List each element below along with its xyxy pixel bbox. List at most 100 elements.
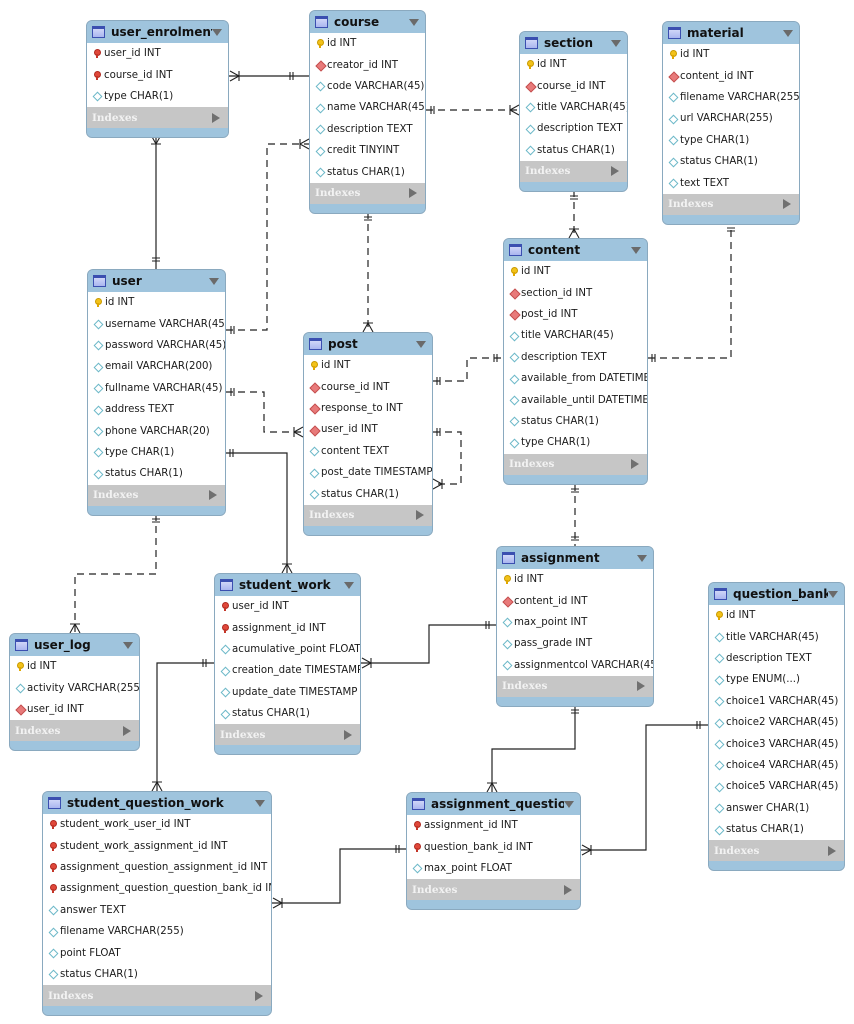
column-row[interactable]: student_work_user_id INT	[43, 814, 271, 835]
column-row[interactable]: type CHAR(1)	[504, 432, 647, 453]
column-row[interactable]: content_id INT	[497, 590, 653, 611]
column-row[interactable]: credit TINYINT	[310, 140, 425, 161]
expand-arrow-icon[interactable]	[637, 681, 645, 692]
column-row[interactable]: user_id INT	[215, 596, 360, 617]
column-row[interactable]: status CHAR(1)	[520, 140, 627, 161]
table-header[interactable]: user_enrolment	[87, 21, 228, 43]
column-row[interactable]: address TEXT	[88, 399, 225, 420]
column-row[interactable]: name VARCHAR(45)	[310, 97, 425, 118]
column-row[interactable]: student_work_assignment_id INT	[43, 835, 271, 856]
column-row[interactable]: choice4 VARCHAR(45)	[709, 755, 844, 776]
column-row[interactable]: status CHAR(1)	[504, 411, 647, 432]
column-row[interactable]: code VARCHAR(45)	[310, 76, 425, 97]
indexes-section[interactable]: Indexes	[520, 160, 627, 182]
column-row[interactable]: id INT	[497, 569, 653, 590]
column-row[interactable]: email VARCHAR(200)	[88, 356, 225, 377]
column-row[interactable]: creation_date TIMESTAMP	[215, 660, 360, 681]
table-student-question-work[interactable]: student_question_work student_work_user_i…	[42, 791, 272, 1017]
column-row[interactable]: status CHAR(1)	[304, 483, 432, 504]
column-row[interactable]: assignment_id INT	[215, 617, 360, 638]
indexes-section[interactable]: Indexes	[87, 107, 228, 129]
rel-sqw-student-work[interactable]	[156, 662, 214, 791]
expand-arrow-icon[interactable]	[409, 188, 417, 199]
table-header[interactable]: post	[304, 333, 432, 355]
column-row[interactable]: username VARCHAR(45)	[88, 313, 225, 334]
table-assignment[interactable]: assignment id INT content_id INT max_point …	[496, 546, 654, 707]
column-row[interactable]: course_id INT	[304, 376, 432, 397]
indexes-section[interactable]: Indexes	[709, 840, 844, 862]
column-row[interactable]: max_point INT	[497, 612, 653, 633]
table-content[interactable]: content id INT section_id INT post_id INT ti…	[503, 238, 648, 485]
column-row[interactable]: acumulative_point FLOAT	[215, 639, 360, 660]
column-row[interactable]: status CHAR(1)	[43, 964, 271, 985]
table-user-enrolment[interactable]: user_enrolment user_id INT course_id INT ty…	[86, 20, 229, 139]
column-row[interactable]: id INT	[663, 44, 799, 65]
column-row[interactable]: description TEXT	[520, 118, 627, 139]
expand-arrow-icon[interactable]	[344, 729, 352, 740]
table-header[interactable]: assignment	[497, 547, 653, 569]
rel-material-content[interactable]	[648, 223, 732, 359]
collapse-triangle-icon[interactable]	[637, 554, 647, 562]
column-row[interactable]: title VARCHAR(45)	[520, 97, 627, 118]
indexes-section[interactable]: Indexes	[504, 453, 647, 475]
column-row[interactable]: course_id INT	[520, 75, 627, 96]
indexes-section[interactable]: Indexes	[497, 675, 653, 697]
collapse-triangle-icon[interactable]	[123, 641, 133, 649]
table-header[interactable]: content	[504, 239, 647, 261]
rel-post-self[interactable]	[433, 431, 462, 485]
table-user[interactable]: user id INT username VARCHAR(45) password V…	[87, 269, 226, 516]
table-header[interactable]: student_question_work	[43, 792, 271, 814]
column-row[interactable]: choice2 VARCHAR(45)	[709, 712, 844, 733]
table-header[interactable]: course	[310, 11, 425, 33]
column-row[interactable]: creator_id INT	[310, 54, 425, 75]
column-row[interactable]: user_id INT	[304, 419, 432, 440]
column-row[interactable]: status CHAR(1)	[310, 161, 425, 182]
column-row[interactable]: status CHAR(1)	[88, 463, 225, 484]
indexes-section[interactable]: Indexes	[215, 724, 360, 746]
column-row[interactable]: available_from DATETIME	[504, 368, 647, 389]
collapse-triangle-icon[interactable]	[631, 246, 641, 254]
expand-arrow-icon[interactable]	[564, 884, 572, 895]
expand-arrow-icon[interactable]	[212, 112, 220, 123]
column-row[interactable]: text TEXT	[663, 172, 799, 193]
expand-arrow-icon[interactable]	[828, 845, 836, 856]
table-header[interactable]: student_work	[215, 574, 360, 596]
expand-arrow-icon[interactable]	[209, 490, 217, 501]
expand-arrow-icon[interactable]	[123, 725, 131, 736]
column-row[interactable]: choice3 VARCHAR(45)	[709, 733, 844, 754]
column-row[interactable]: id INT	[310, 33, 425, 54]
rel-sqw-assignment-question[interactable]	[272, 848, 406, 904]
expand-arrow-icon[interactable]	[255, 990, 263, 1001]
column-row[interactable]: status CHAR(1)	[215, 703, 360, 724]
column-row[interactable]: phone VARCHAR(20)	[88, 420, 225, 441]
table-assignment-question[interactable]: assignment_question assignment_id INT ques…	[406, 792, 581, 911]
collapse-triangle-icon[interactable]	[409, 18, 419, 26]
collapse-triangle-icon[interactable]	[344, 581, 354, 589]
table-header[interactable]: section	[520, 32, 627, 54]
column-row[interactable]: status CHAR(1)	[663, 151, 799, 172]
column-row[interactable]: id INT	[520, 54, 627, 75]
column-row[interactable]: content_id INT	[663, 65, 799, 86]
column-row[interactable]: id INT	[504, 261, 647, 282]
rel-assignment-question-question-bank[interactable]	[581, 724, 708, 851]
column-row[interactable]: assignmentcol VARCHAR(45)	[497, 655, 653, 676]
column-row[interactable]: fullname VARCHAR(45)	[88, 378, 225, 399]
collapse-triangle-icon[interactable]	[783, 29, 793, 37]
column-row[interactable]: title VARCHAR(45)	[504, 325, 647, 346]
expand-arrow-icon[interactable]	[416, 510, 424, 521]
column-row[interactable]: question_bank_id INT	[407, 836, 580, 857]
column-row[interactable]: password VARCHAR(45)	[88, 335, 225, 356]
column-row[interactable]: assignment_id INT	[407, 815, 580, 836]
collapse-triangle-icon[interactable]	[416, 340, 426, 348]
table-question-bank[interactable]: question_bank id INT title VARCHAR(45) desc…	[708, 582, 845, 872]
indexes-section[interactable]: Indexes	[407, 879, 580, 901]
column-row[interactable]: id INT	[709, 605, 844, 626]
column-row[interactable]: filename VARCHAR(255)	[663, 87, 799, 108]
collapse-triangle-icon[interactable]	[828, 590, 838, 598]
table-header[interactable]: assignment_question	[407, 793, 580, 815]
rel-assignment-question-assignment[interactable]	[491, 705, 576, 792]
column-row[interactable]: answer CHAR(1)	[709, 798, 844, 819]
column-row[interactable]: choice1 VARCHAR(45)	[709, 691, 844, 712]
indexes-section[interactable]: Indexes	[43, 985, 271, 1007]
indexes-section[interactable]: Indexes	[88, 484, 225, 506]
